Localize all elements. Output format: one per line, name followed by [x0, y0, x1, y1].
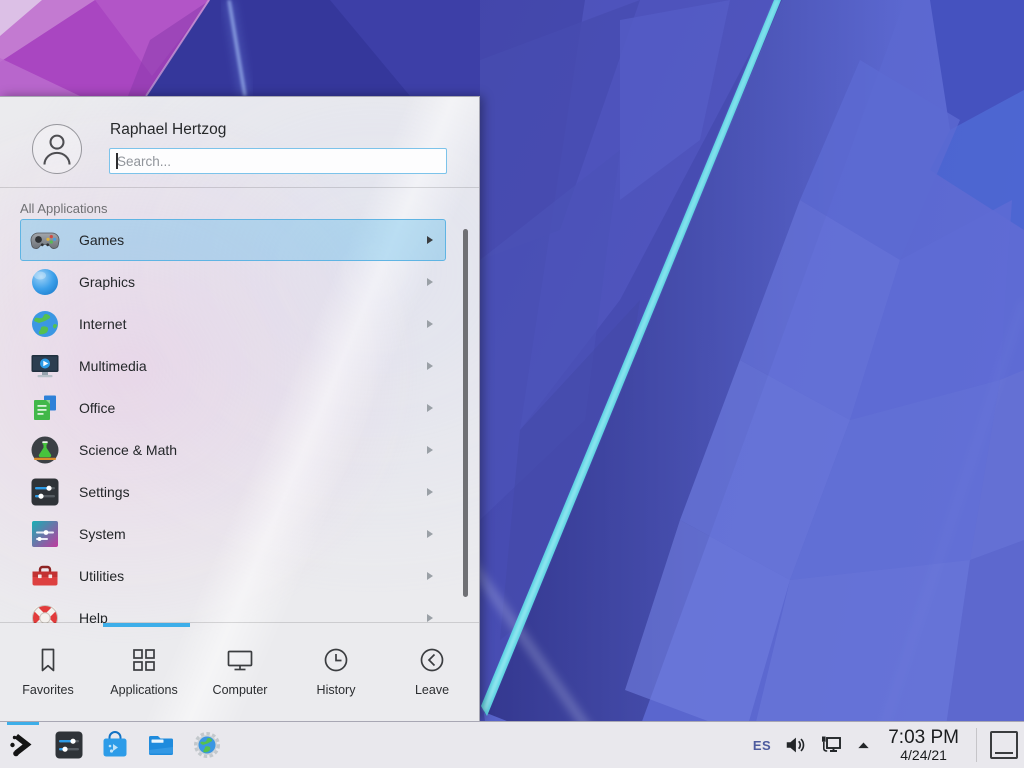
discover-button[interactable] — [99, 729, 131, 761]
submenu-arrow-icon — [427, 236, 433, 244]
scrollbar-thumb[interactable] — [463, 229, 468, 597]
submenu-arrow-icon — [427, 572, 433, 580]
category-item-graphics[interactable]: Graphics — [20, 261, 446, 303]
submenu-arrow-icon — [427, 530, 433, 538]
kickoff-icon — [7, 729, 39, 761]
show-desktop-button[interactable] — [990, 731, 1018, 759]
tab-label: Computer — [213, 683, 268, 697]
computer-icon — [225, 645, 255, 675]
taskbar: ES 7:03 PM 4/24/21 — [0, 721, 1024, 768]
settings-icon — [53, 729, 85, 761]
tab-computer[interactable]: Computer — [192, 622, 288, 722]
tray-expander-icon[interactable] — [856, 738, 871, 753]
submenu-arrow-icon — [427, 614, 433, 622]
internet-icon — [29, 308, 61, 340]
submenu-arrow-icon — [427, 404, 433, 412]
tray-separator — [976, 728, 977, 762]
tab-favorites[interactable]: Favorites — [0, 622, 96, 722]
category-item-science-math[interactable]: Science & Math — [20, 429, 446, 471]
tab-label: Leave — [415, 683, 449, 697]
help-icon — [29, 602, 61, 623]
section-label: All Applications — [20, 201, 107, 216]
settings-icon — [29, 476, 61, 508]
tab-label: Favorites — [22, 683, 73, 697]
desktop: Raphael Hertzog All Applications Games Gr… — [0, 0, 1024, 768]
category-label: Games — [79, 232, 124, 248]
folder-icon — [145, 729, 177, 761]
tab-leave[interactable]: Leave — [384, 622, 480, 722]
submenu-arrow-icon — [427, 446, 433, 454]
clock-date: 4/24/21 — [900, 748, 947, 763]
tab-label: History — [317, 683, 356, 697]
category-item-multimedia[interactable]: Multimedia — [20, 345, 446, 387]
category-item-utilities[interactable]: Utilities — [20, 555, 446, 597]
office-icon — [29, 392, 61, 424]
system-settings-button[interactable] — [53, 729, 85, 761]
graphics-icon — [29, 266, 61, 298]
desktop-icon — [995, 752, 1013, 754]
category-list: Games Graphics Internet Multimedia Office Sci… — [0, 219, 480, 623]
active-task-indicator — [7, 722, 39, 725]
search-box[interactable] — [109, 148, 447, 174]
tab-label: Applications — [110, 683, 177, 697]
category-label: Graphics — [79, 274, 135, 290]
applications-icon — [129, 645, 159, 675]
web-browser-icon — [191, 729, 223, 761]
tab-applications[interactable]: Applications — [96, 622, 192, 722]
category-label: Office — [79, 400, 115, 416]
category-label: Internet — [79, 316, 126, 332]
category-item-system[interactable]: System — [20, 513, 446, 555]
category-label: Multimedia — [79, 358, 147, 374]
discover-icon — [99, 729, 131, 761]
category-label: System — [79, 526, 126, 542]
games-icon — [29, 224, 61, 256]
user-name: Raphael Hertzog — [110, 121, 226, 139]
favorites-icon — [33, 645, 63, 675]
text-cursor — [116, 153, 118, 169]
header-divider — [0, 187, 479, 188]
volume-icon[interactable] — [784, 734, 806, 756]
submenu-arrow-icon — [427, 278, 433, 286]
search-input[interactable] — [110, 149, 446, 173]
category-label: Science & Math — [79, 442, 177, 458]
network-icon[interactable] — [819, 733, 843, 757]
leave-icon — [417, 645, 447, 675]
category-item-games[interactable]: Games — [20, 219, 446, 261]
avatar[interactable] — [32, 124, 82, 174]
keyboard-layout-indicator[interactable]: ES — [753, 738, 771, 753]
utilities-icon — [29, 560, 61, 592]
submenu-arrow-icon — [427, 320, 433, 328]
science-icon — [29, 434, 61, 466]
user-icon — [38, 130, 76, 168]
clock-time: 7:03 PM — [888, 728, 959, 748]
app-launcher-button[interactable] — [7, 729, 39, 761]
category-label: Utilities — [79, 568, 124, 584]
multimedia-icon — [29, 350, 61, 382]
history-icon — [321, 645, 351, 675]
category-item-settings[interactable]: Settings — [20, 471, 446, 513]
application-launcher-menu: Raphael Hertzog All Applications Games Gr… — [0, 96, 480, 721]
submenu-arrow-icon — [427, 362, 433, 370]
category-item-internet[interactable]: Internet — [20, 303, 446, 345]
category-item-office[interactable]: Office — [20, 387, 446, 429]
clock[interactable]: 7:03 PM 4/24/21 — [888, 728, 959, 763]
system-icon — [29, 518, 61, 550]
category-item-help[interactable]: Help — [20, 597, 446, 623]
submenu-arrow-icon — [427, 488, 433, 496]
category-label: Settings — [79, 484, 130, 500]
tab-bar: Favorites Applications Computer History Leav… — [0, 622, 480, 722]
system-tray: ES 7:03 PM 4/24/21 — [753, 728, 1024, 763]
file-manager-button[interactable] — [145, 729, 177, 761]
web-browser-button[interactable] — [191, 729, 223, 761]
tab-history[interactable]: History — [288, 622, 384, 722]
